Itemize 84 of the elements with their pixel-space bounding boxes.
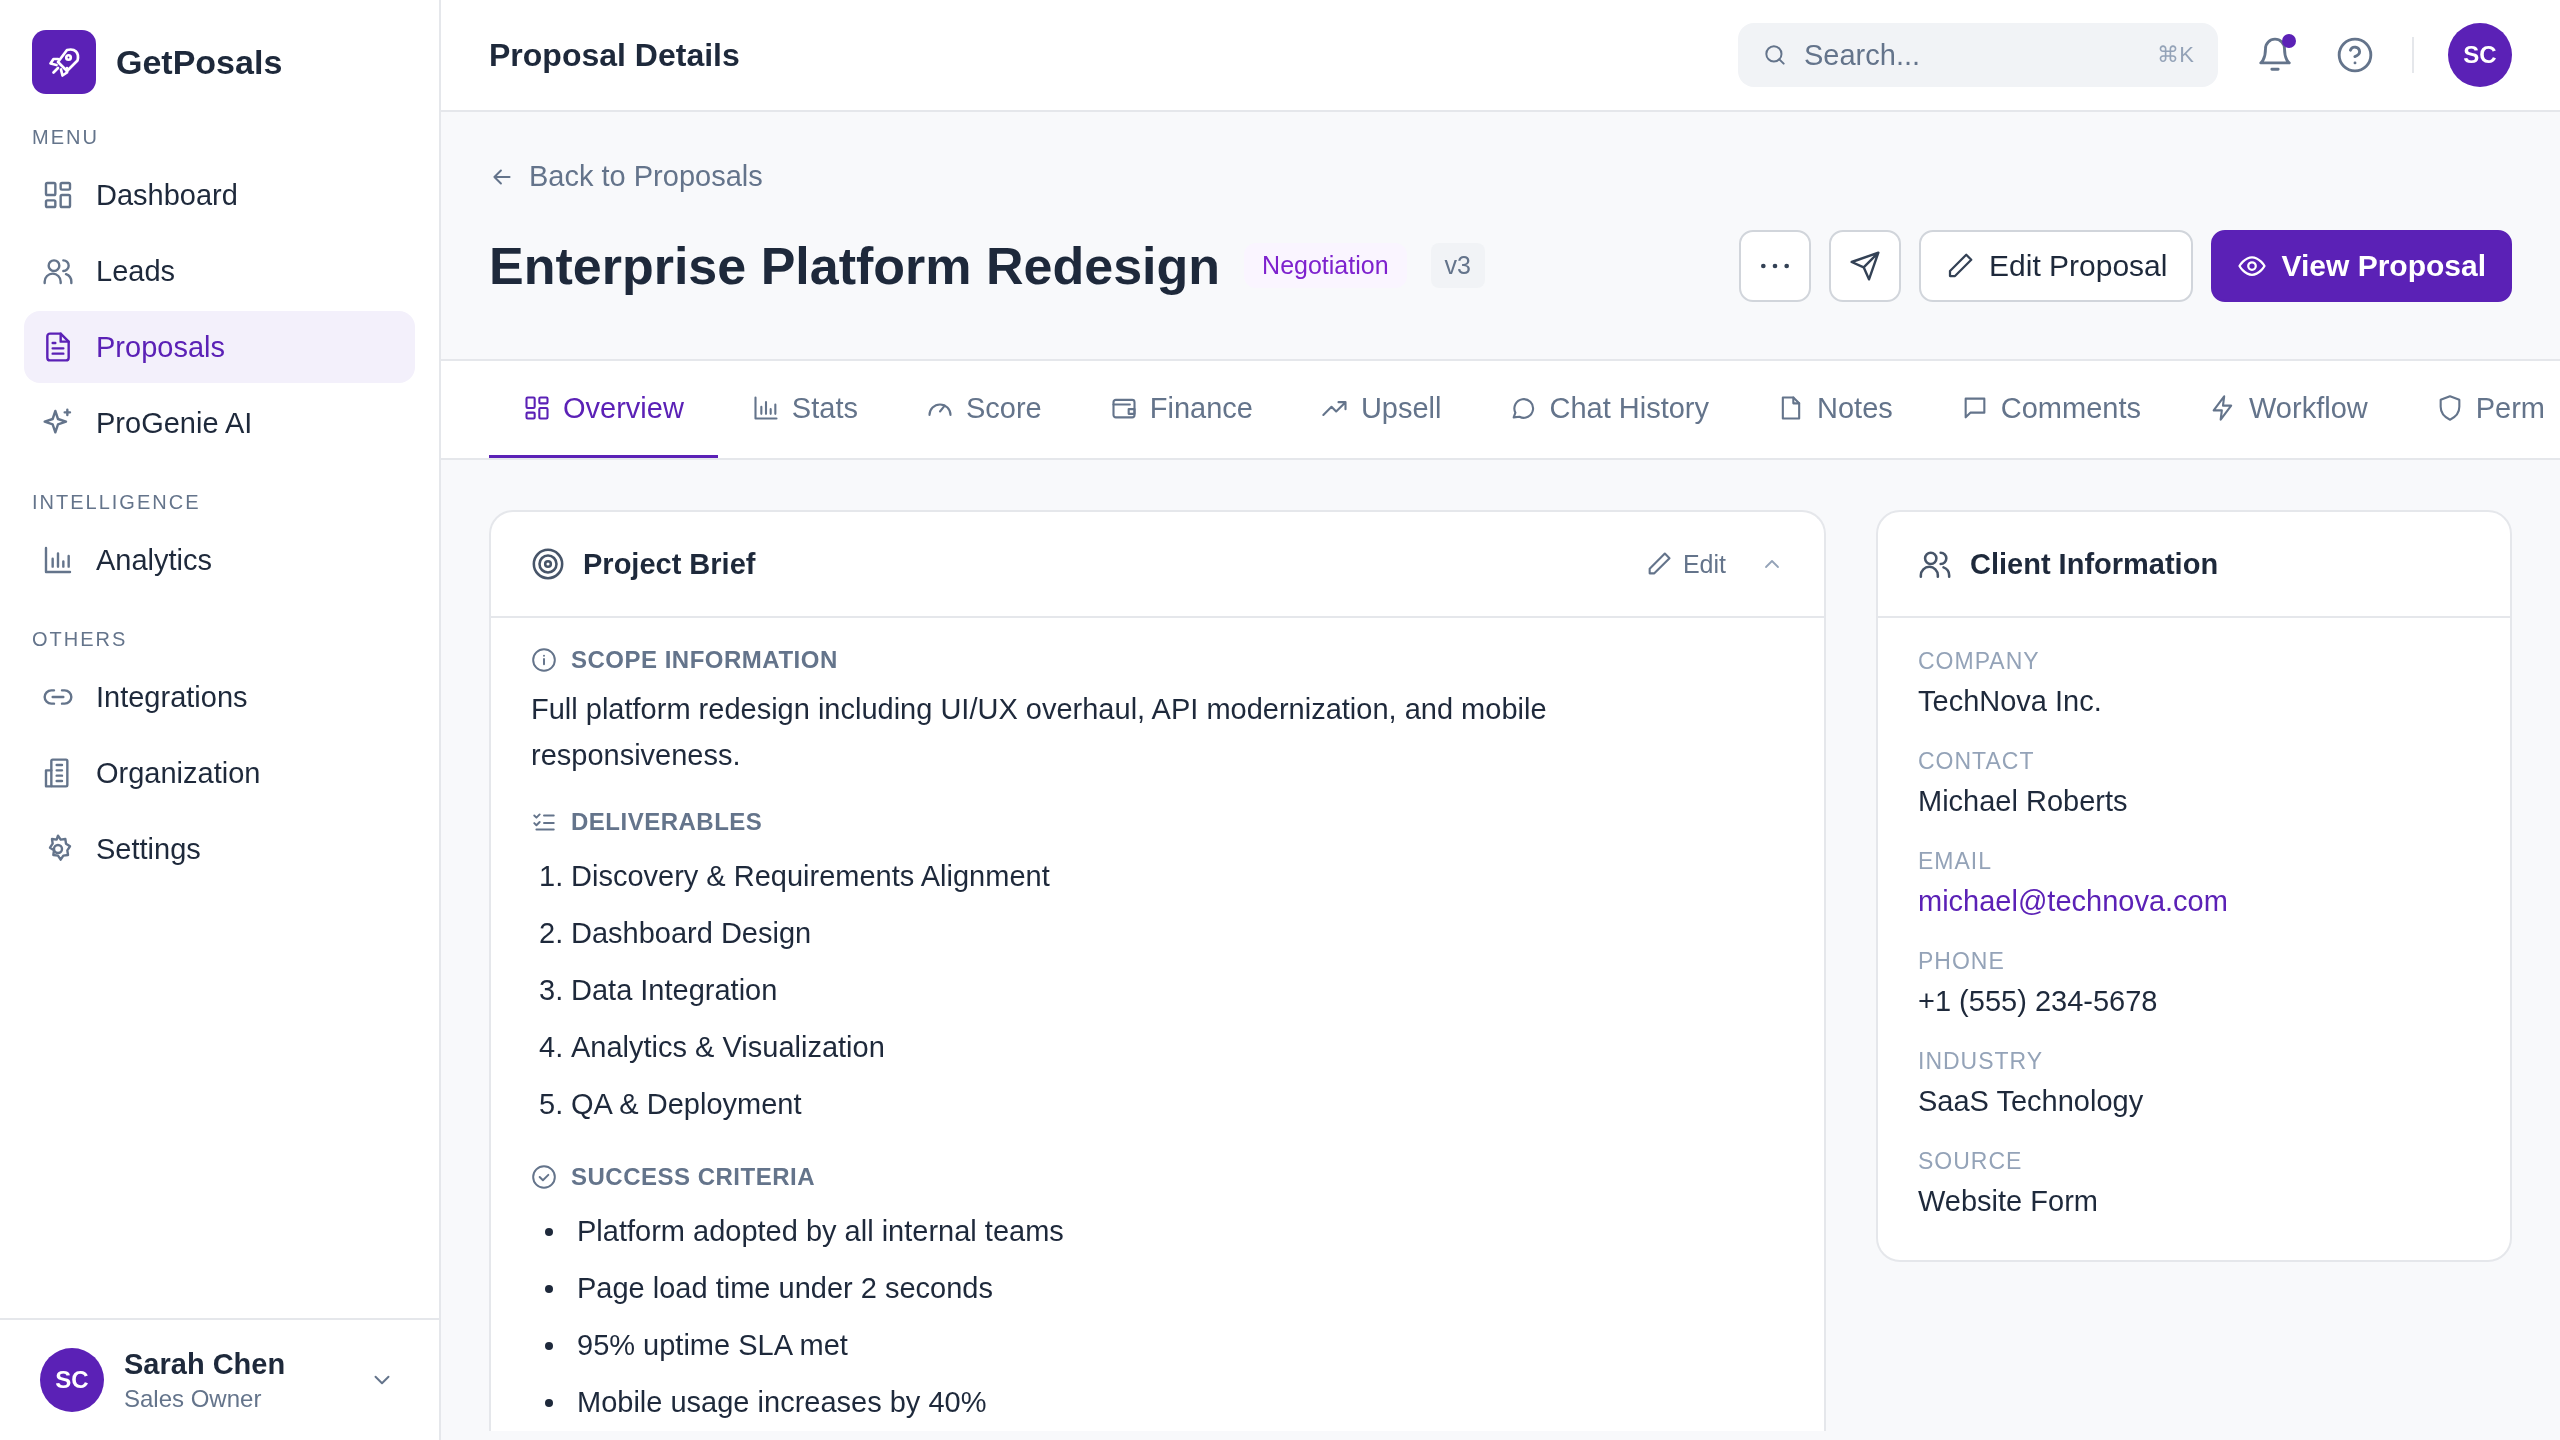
scope-text: Full platform redesign including UI/UX overhaul, API modernization, and mobile responsiveness. xyxy=(531,692,1548,773)
section-heading: SUCCESS CRITERIA xyxy=(571,1163,816,1191)
target-icon xyxy=(531,547,565,581)
tab[interactable]: Stats xyxy=(717,361,892,458)
field-label: CONTACT xyxy=(1918,748,2036,775)
tab[interactable]: Overview xyxy=(489,361,718,458)
section-heading: SCOPE INFORMATION xyxy=(571,646,838,674)
grid-icon xyxy=(42,179,74,211)
edit-proposal-button[interactable]: Edit Proposal xyxy=(1919,229,2194,302)
back-link[interactable]: Back to Proposals xyxy=(489,160,763,193)
field-label: INDUSTRY xyxy=(1918,1048,2045,1075)
more-icon xyxy=(1761,262,1790,269)
status-tag: Negotiation xyxy=(1244,243,1407,288)
field-label: COMPANY xyxy=(1918,648,2041,675)
sidebar-item[interactable]: Settings xyxy=(24,813,415,885)
list-number: 1. xyxy=(539,860,565,893)
list-item: QA & Deployment xyxy=(571,1088,802,1121)
tab[interactable]: Score xyxy=(891,361,1076,458)
user-name: Sarah Chen xyxy=(124,1347,287,1381)
user-avatar[interactable]: SC xyxy=(2448,23,2512,87)
sidebar-item[interactable]: ProGenie AI xyxy=(24,387,415,459)
list-item: Analytics & Visualization xyxy=(571,1031,885,1064)
field-value: SaaS Technology xyxy=(1918,1085,2145,1118)
send-button[interactable] xyxy=(1829,229,1902,302)
user-avatar: SC xyxy=(40,1348,104,1412)
list-item: Dashboard Design xyxy=(571,917,812,950)
help-icon xyxy=(2336,36,2374,74)
tab[interactable]: Comments xyxy=(1926,361,2175,458)
section-label: OTHERS xyxy=(31,627,129,652)
edit-button[interactable]: Edit xyxy=(1638,548,1732,580)
sidebar-item[interactable]: Integrations xyxy=(24,661,415,733)
sidebar-item[interactable]: Dashboard xyxy=(24,159,415,231)
version-tag: v3 xyxy=(1430,243,1485,288)
bullet-icon xyxy=(545,1227,553,1236)
list-item: Data Integration xyxy=(571,974,778,1007)
tab[interactable]: Notes xyxy=(1743,361,1927,458)
tab[interactable]: Finance xyxy=(1075,361,1287,458)
bar-chart-icon xyxy=(751,394,780,422)
field-value: TechNova Inc. xyxy=(1918,685,2103,718)
field-label: EMAIL xyxy=(1918,848,1994,875)
list-number: 5. xyxy=(539,1088,565,1121)
check-circle-icon xyxy=(531,1164,557,1190)
sidebar-item[interactable]: Analytics xyxy=(24,524,415,596)
field-value: Michael Roberts xyxy=(1918,785,2129,818)
field-label: PHONE xyxy=(1918,948,2006,975)
card-title: Client Information xyxy=(1970,547,2220,581)
tab[interactable]: Chat History xyxy=(1475,361,1744,458)
info-icon xyxy=(531,647,557,673)
bullet-icon xyxy=(545,1398,553,1407)
app-name: GetPosals xyxy=(116,42,283,82)
section-heading: DELIVERABLES xyxy=(571,808,763,836)
list-number: 4. xyxy=(539,1031,565,1064)
field-value: Website Form xyxy=(1918,1185,2099,1218)
view-proposal-button[interactable]: View Proposal xyxy=(2211,229,2512,302)
paper-plane-icon xyxy=(1849,249,1882,282)
grid-icon xyxy=(523,394,551,422)
bullet-icon xyxy=(545,1284,553,1293)
section-label: MENU xyxy=(31,125,100,150)
tab[interactable]: Workflow xyxy=(2175,361,2402,458)
bullet-icon xyxy=(545,1341,553,1350)
card-title: Project Brief xyxy=(583,547,757,581)
email-link[interactable]: michael@technova.com xyxy=(1918,885,2470,918)
sidebar-item[interactable]: Leads xyxy=(24,235,415,307)
sidebar-item[interactable]: Proposals xyxy=(24,311,415,383)
proposal-title: Enterprise Platform Redesign xyxy=(489,235,1221,296)
list-number: 2. xyxy=(539,917,565,950)
tab[interactable]: Upsell xyxy=(1286,361,1476,458)
user-role: Sales Owner xyxy=(124,1384,263,1413)
shortcut-hint: ⌘K xyxy=(2157,42,2194,68)
bell-icon xyxy=(2256,36,2294,74)
tab[interactable]: Perm xyxy=(2401,361,2560,458)
page-title: Proposal Details xyxy=(489,36,741,74)
sidebar-item[interactable]: Organization xyxy=(24,737,415,809)
field-value: +1 (555) 234-5678 xyxy=(1918,985,2159,1018)
list-number: 3. xyxy=(539,974,565,1007)
search-icon xyxy=(1762,42,1788,68)
list-item: Mobile usage increases by 40% xyxy=(577,1386,987,1419)
bar-chart-icon xyxy=(42,544,74,576)
list-item: Platform adopted by all internal teams xyxy=(577,1215,1064,1248)
list-item: Page load time under 2 seconds xyxy=(577,1272,993,1305)
field-label: SOURCE xyxy=(1918,1148,2024,1175)
section-label: INTELLIGENCE xyxy=(31,490,202,515)
list-item: 95% uptime SLA met xyxy=(577,1329,848,1362)
list-item: Discovery & Requirements Alignment xyxy=(571,860,1050,893)
